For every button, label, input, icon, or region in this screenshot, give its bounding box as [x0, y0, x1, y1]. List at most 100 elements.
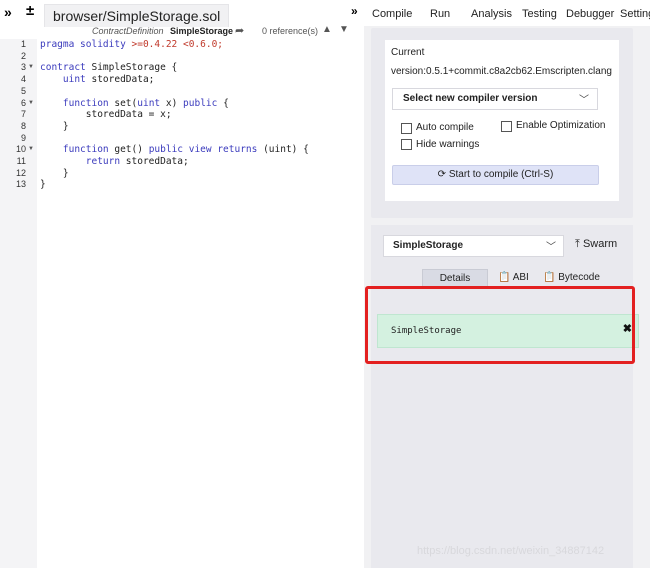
line-number: 9	[20, 132, 26, 143]
abi-label: ABI	[512, 272, 529, 283]
new-file-icon[interactable]: ±	[26, 2, 34, 19]
contract-select[interactable]: SimpleStorage ﹀	[383, 235, 564, 257]
code-line: function get() public view returns (uint…	[40, 144, 309, 155]
code-line: return storedData;	[40, 156, 189, 167]
code-token: (uint) {	[263, 144, 309, 156]
code-editor: » ± browser/SimpleStorage.sol » Contract…	[0, 0, 364, 568]
auto-compile-checkbox[interactable]	[401, 123, 412, 134]
abi-button[interactable]: 📋 ABI	[498, 272, 529, 283]
compiler-version-select-label: Select new compiler version	[403, 93, 538, 104]
compiler-version-select[interactable]: Select new compiler version ﹀	[392, 88, 598, 110]
contract-section: SimpleStorage ﹀ ⤒ Swarm Details 📋 ABI 📋 …	[371, 225, 639, 568]
line-number: 2	[20, 50, 26, 61]
code-token: >=0.4.22 <0.6.0;	[131, 39, 224, 50]
swarm-label: Swarm	[582, 238, 618, 250]
contract-definition-name: SimpleStorage	[170, 26, 234, 36]
toggle-left-panel-icon[interactable]: »	[4, 4, 12, 20]
code-token: public	[183, 97, 224, 109]
bytecode-label: Bytecode	[558, 272, 600, 283]
tab-analysis[interactable]: Analysis	[471, 8, 512, 20]
code-token: {	[223, 97, 229, 109]
fold-arrow-icon[interactable]: ▼	[28, 100, 34, 106]
start-compile-label: Start to compile (Ctrl-S)	[448, 169, 554, 180]
bytecode-button[interactable]: 📋 Bytecode	[543, 272, 600, 283]
code-token: get()	[114, 144, 149, 156]
hide-warnings-checkbox[interactable]	[401, 139, 412, 150]
code-line: pragma solidity >=0.4.22 <0.6.0;	[40, 39, 223, 50]
enable-optimization-checkbox[interactable]	[501, 121, 512, 132]
code-token: storedData = x;	[40, 109, 172, 121]
code-line: contract SimpleStorage {	[40, 62, 177, 73]
code-token: set(	[114, 97, 138, 109]
right-panel: Compile Run Analysis Testing Debugger Se…	[364, 0, 650, 568]
line-number: 11	[16, 156, 26, 166]
refresh-icon: ⟳	[437, 169, 447, 180]
code-token: function	[40, 144, 115, 156]
chevron-down-icon: ﹀	[579, 95, 589, 106]
upload-icon: ⤒	[575, 238, 580, 250]
code-token: x)	[165, 97, 184, 109]
code-token: uint	[40, 74, 92, 86]
start-compile-button[interactable]: ⟳ Start to compile (Ctrl-S)	[392, 165, 599, 185]
line-number: 10	[15, 144, 26, 155]
code-token: public view returns	[148, 144, 264, 156]
code-line: }	[40, 121, 69, 132]
chevron-up-icon[interactable]: ▲	[322, 24, 332, 35]
clipboard-icon: 📋	[498, 272, 511, 283]
references-count: 0 reference(s)	[262, 26, 319, 36]
code-token: }	[40, 120, 69, 132]
tab-run[interactable]: Run	[430, 8, 450, 20]
line-number: 12	[15, 167, 26, 178]
go-to-definition-icon[interactable]: ➦	[235, 24, 244, 37]
line-number: 6	[20, 97, 26, 108]
file-tab[interactable]: browser/SimpleStorage.sol	[44, 4, 230, 27]
code-token: }	[40, 179, 46, 191]
tab-settings[interactable]: Setting	[620, 8, 650, 20]
watermark: https://blog.csdn.net/weixin_34887142	[417, 545, 605, 557]
compiler-version: version:0.5.1+commit.c8a2cb62.Emscripten…	[391, 66, 612, 77]
code-line: uint storedData;	[40, 74, 155, 86]
line-number: 7	[20, 109, 26, 120]
code-token: SimpleStorage {	[91, 62, 178, 74]
code-line: function set(uint x) public {	[40, 98, 229, 109]
contract-definition-label: ContractDefinition	[92, 26, 164, 36]
line-number: 13	[15, 179, 26, 190]
annotation-highlight-box	[365, 286, 635, 364]
tab-testing[interactable]: Testing	[522, 8, 557, 20]
chevron-down-icon[interactable]: ▼	[339, 24, 349, 35]
tab-compile[interactable]: Compile	[372, 8, 412, 20]
auto-compile-label: Auto compile	[416, 122, 474, 133]
tab-debugger[interactable]: Debugger	[566, 8, 614, 20]
clipboard-icon: 📋	[543, 272, 556, 283]
chevron-down-icon: ﹀	[546, 242, 556, 253]
code-line: }	[40, 179, 46, 190]
code-token: }	[40, 167, 69, 179]
line-number: 4	[20, 74, 26, 85]
line-number: 3	[20, 62, 26, 73]
current-label: Current	[391, 47, 425, 58]
editor-tab-bar: » ± browser/SimpleStorage.sol »	[0, 0, 364, 27]
swarm-button[interactable]: ⤒ Swarm	[575, 238, 617, 251]
code-line: storedData = x;	[40, 109, 172, 120]
line-number: 8	[20, 120, 26, 131]
line-gutter: 1 2 3 ▼ 4 5 6 ▼ 7 8 9 10 ▼ 11 12 13	[0, 39, 37, 568]
code-token: function	[40, 97, 115, 109]
line-number: 5	[20, 85, 26, 96]
code-token: pragma solidity	[40, 39, 132, 50]
code-token: uint	[137, 97, 166, 109]
fold-arrow-icon[interactable]: ▼	[28, 64, 34, 70]
enable-optimization-label: Enable Optimization	[516, 120, 606, 131]
code-token: return	[40, 156, 126, 167]
code-token: contract	[40, 62, 92, 74]
contract-select-label: SimpleStorage	[393, 240, 464, 251]
compiler-settings: Current version:0.5.1+commit.c8a2cb62.Em…	[385, 40, 619, 201]
code-token: storedData;	[91, 74, 155, 86]
fold-arrow-icon[interactable]: ▼	[28, 146, 34, 152]
code-token: storedData;	[125, 156, 189, 167]
panel-menu: Compile Run Analysis Testing Debugger Se…	[364, 0, 650, 26]
hide-warnings-label: Hide warnings	[416, 139, 480, 150]
line-number: 1	[20, 39, 26, 49]
toggle-right-panel-icon[interactable]: »	[351, 4, 358, 18]
contract-info-bar: ContractDefinition SimpleStorage ➦ 0 ref…	[0, 24, 364, 39]
code-line: }	[40, 168, 69, 179]
